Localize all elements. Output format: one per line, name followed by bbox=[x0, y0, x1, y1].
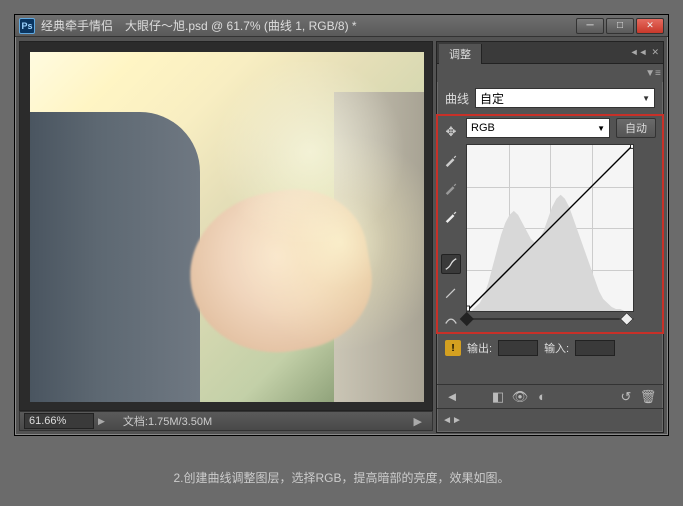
pencil-curve-icon[interactable] bbox=[441, 282, 461, 302]
status-bar: 61.66% ▶ 文档:1.75M/3.50M ▶ bbox=[19, 411, 433, 431]
app-window: Ps 经典牵手情侣 大眼仔～旭.psd @ 61.7% (曲线 1, RGB/8… bbox=[14, 14, 669, 436]
title-bar: Ps 经典牵手情侣 大眼仔～旭.psd @ 61.7% (曲线 1, RGB/8… bbox=[15, 15, 668, 37]
channel-select[interactable]: RGB bbox=[466, 118, 610, 138]
target-adjust-icon[interactable]: ✥ bbox=[441, 122, 461, 142]
zoom-arrow-icon[interactable]: ▶ bbox=[98, 416, 105, 427]
preset-select[interactable]: 自定 bbox=[475, 88, 655, 108]
smooth-curve-icon[interactable] bbox=[441, 310, 461, 330]
zoom-field[interactable]: 61.66% bbox=[24, 413, 94, 429]
preset-label: 曲线 bbox=[445, 90, 469, 107]
adjustments-panel: 调整 ◄◄ ✕ ▼≡ 曲线 自定 ✥ bbox=[436, 41, 664, 433]
panel-footer: ◄ ◧ 👁 ◐ ↺ 🗑 bbox=[437, 384, 663, 408]
canvas-area[interactable] bbox=[19, 41, 433, 411]
previous-state-icon[interactable]: ◐ bbox=[533, 388, 551, 406]
maximize-button[interactable] bbox=[606, 18, 634, 34]
panel-collapse-icon[interactable]: ◄◄ bbox=[630, 47, 648, 58]
caption-text: 2.创建曲线调整图层，选择RGB，提高暗部的亮度，效果如图。 bbox=[0, 469, 683, 486]
output-field[interactable] bbox=[498, 340, 538, 356]
input-slider[interactable] bbox=[466, 314, 634, 326]
photoshop-icon: Ps bbox=[19, 18, 35, 34]
expand-icon[interactable]: ◄► bbox=[443, 412, 461, 430]
document-image bbox=[30, 52, 424, 402]
clip-layer-icon[interactable]: ◧ bbox=[489, 388, 507, 406]
close-button[interactable] bbox=[636, 18, 664, 34]
eyedropper-gray-icon[interactable] bbox=[441, 178, 461, 198]
minimize-button[interactable] bbox=[576, 18, 604, 34]
input-field[interactable] bbox=[575, 340, 615, 356]
panel-menu-icon[interactable]: ▼≡ bbox=[643, 68, 663, 79]
output-row: ! 输出: 输入: bbox=[437, 334, 663, 362]
auto-button[interactable]: 自动 bbox=[616, 118, 656, 138]
trash-icon[interactable]: 🗑 bbox=[639, 388, 657, 406]
point-curve-icon[interactable] bbox=[441, 254, 461, 274]
input-label: 输入: bbox=[544, 340, 569, 356]
doc-info-arrow-icon[interactable]: ▶ bbox=[414, 415, 422, 428]
doc-info: 文档:1.75M/3.50M bbox=[123, 413, 212, 429]
curves-body: ✥ RGB 自动 bbox=[436, 114, 664, 334]
curve-main: RGB 自动 bbox=[466, 118, 656, 330]
panel-footer-2: ◄► bbox=[437, 408, 663, 432]
visibility-icon[interactable]: 👁 bbox=[511, 388, 529, 406]
tab-adjustments[interactable]: 调整 bbox=[439, 44, 482, 64]
reset-icon[interactable]: ↺ bbox=[617, 388, 635, 406]
eyedropper-white-icon[interactable] bbox=[441, 206, 461, 226]
curve-graph[interactable] bbox=[466, 144, 634, 312]
curve-line bbox=[467, 145, 633, 311]
output-label: 输出: bbox=[467, 340, 492, 356]
panel-close-icon[interactable]: ✕ bbox=[651, 47, 659, 58]
curves-tool-column: ✥ bbox=[440, 118, 462, 330]
window-buttons bbox=[576, 18, 664, 34]
preset-row: 曲线 自定 bbox=[437, 82, 663, 114]
window-title: 经典牵手情侣 大眼仔～旭.psd @ 61.7% (曲线 1, RGB/8) * bbox=[41, 17, 576, 34]
warning-icon: ! bbox=[445, 340, 461, 356]
back-arrow-icon[interactable]: ◄ bbox=[443, 388, 461, 406]
panel-tab-bar: 调整 ◄◄ ✕ bbox=[437, 42, 663, 64]
eyedropper-black-icon[interactable] bbox=[441, 150, 461, 170]
